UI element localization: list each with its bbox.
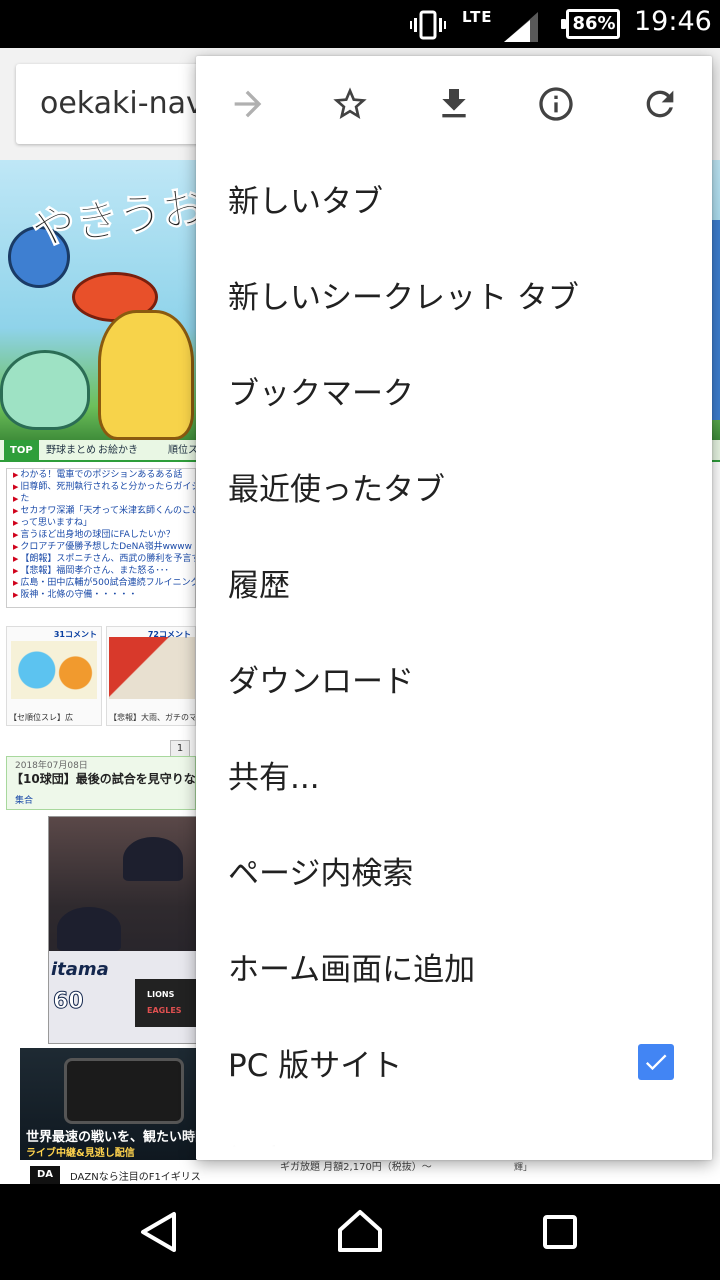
thumbnail-card[interactable]: 31コメント 【セ順位スレ】広	[6, 626, 102, 726]
overflow-menu: 新しいタブ 新しいシークレット タブ ブックマーク 最近使ったタブ 履歴 ダウン…	[196, 56, 712, 1160]
list-item[interactable]: 【悲報】福岡孝介さん、また怒る･･･	[7, 565, 195, 577]
list-item[interactable]: わかる！電車でのポジションあるある話	[7, 469, 195, 481]
menu-item-new-tab[interactable]: 新しいタブ	[196, 152, 712, 248]
list-item[interactable]: 広島・田中広輔が500試合連続フルイニング出	[7, 577, 195, 589]
menu-item-find-in-page[interactable]: ページ内検索	[196, 824, 712, 920]
reload-button[interactable]	[632, 78, 688, 134]
footer-link[interactable]: DAZNなら注目のF1イギリス	[70, 1168, 201, 1183]
menu-item-label: ダウンロード	[228, 664, 414, 700]
menu-item-bookmarks[interactable]: ブックマーク	[196, 344, 712, 440]
banner-decoration	[712, 270, 720, 410]
menu-icon-row	[196, 56, 712, 152]
menu-item-new-incognito-tab[interactable]: 新しいシークレット タブ	[196, 248, 712, 344]
network-type: LTE	[462, 8, 493, 26]
mascot-blob-character	[0, 350, 90, 430]
player-cap	[57, 907, 121, 951]
ad-headline: 世界最速の戦いを、観たい時間に	[26, 1130, 198, 1145]
menu-scroll-fade	[196, 1116, 712, 1160]
thumbnail-row: 31コメント 【セ順位スレ】広 72コメント 【悲報】大雨、ガチのマ	[6, 626, 196, 726]
bookmark-button[interactable]	[322, 78, 378, 134]
menu-item-label: ブックマーク	[228, 376, 414, 412]
page-info-button[interactable]	[528, 78, 584, 134]
list-item[interactable]: って思いますね」	[7, 517, 195, 529]
menu-item-recent-tabs[interactable]: 最近使ったタブ	[196, 440, 712, 536]
thumbnail-card[interactable]: 72コメント 【悲報】大雨、ガチのマ	[106, 626, 196, 726]
recents-icon	[543, 1215, 577, 1249]
jersey-text: itama	[51, 959, 109, 980]
site-nav-top[interactable]: TOP	[4, 440, 39, 462]
battery-icon: 86%	[561, 9, 620, 39]
thumbnail-image	[109, 637, 195, 699]
vibrate-icon	[410, 10, 446, 40]
forward-icon	[234, 90, 262, 118]
article-card[interactable]: 2018年07月08日 【10球団】最後の試合を見守りな 集合	[6, 756, 196, 810]
recents-button[interactable]	[530, 1202, 590, 1262]
list-item[interactable]: セカオワ深瀬「天才って米津玄師くんのことを	[7, 505, 195, 517]
score-team: LIONS	[147, 990, 175, 999]
list-item[interactable]: 旧尊師、死刑執行されると分かったらガイジの	[7, 481, 195, 493]
system-nav-bar	[0, 1184, 720, 1280]
ad-phone-image	[64, 1058, 184, 1124]
signal-icon	[504, 12, 538, 42]
site-nav-oekaki[interactable]: お絵かき	[92, 440, 144, 462]
menu-item-share[interactable]: 共有...	[196, 728, 712, 824]
menu-item-label: 共有...	[228, 760, 320, 796]
dazn-logo: DA	[30, 1166, 60, 1184]
forward-button[interactable]	[220, 78, 276, 134]
menu-item-add-to-home-screen[interactable]: ホーム画面に追加	[196, 920, 712, 1016]
thumbnail-caption: 【セ順位スレ】広	[9, 713, 73, 722]
advertisement[interactable]: 世界最速の戦いを、観たい時間に ライブ中継&見逃し配信	[20, 1048, 198, 1160]
info-icon	[539, 87, 573, 121]
download-icon	[442, 89, 466, 118]
download-button[interactable]	[426, 78, 482, 134]
jersey-number: 60	[53, 989, 85, 1015]
scoreboard: LIONS EAGLES	[135, 979, 197, 1027]
list-item[interactable]: 阪神・北條の守備・・・・・	[7, 589, 195, 601]
article-title: 【10球団】最後の試合を見守りな	[11, 772, 196, 786]
menu-item-label: PC 版サイト	[228, 1048, 403, 1084]
footer-link[interactable]: ギガ放題 月額2,170円（税抜）～	[280, 1158, 432, 1173]
back-icon	[141, 1212, 176, 1252]
mascot-girl-character	[98, 310, 194, 440]
menu-item-label: 新しいシークレット タブ	[228, 280, 579, 316]
menu-item-label: 履歴	[228, 568, 290, 604]
thumbnail-image	[11, 641, 97, 699]
menu-item-label: ホーム画面に追加	[228, 952, 476, 988]
comment-count: 31コメント	[53, 630, 97, 639]
status-bar: LTE 86% 19:46	[0, 0, 720, 48]
article-photo[interactable]: itama 60 LIONS EAGLES	[48, 816, 198, 1044]
clock: 19:46	[634, 6, 712, 37]
menu-item-history[interactable]: 履歴	[196, 536, 712, 632]
bookmark-star-icon	[333, 87, 367, 119]
menu-item-label: 最近使ったタブ	[228, 472, 445, 508]
list-item[interactable]: 【朗報】スポニチさん、西武の勝利を予言する	[7, 553, 195, 565]
news-list: わかる！電車でのポジションあるある話 旧尊師、死刑執行されると分かったらガイジの…	[6, 468, 196, 608]
refresh-icon	[646, 90, 674, 118]
list-item[interactable]: クロアチア優勝予想したDeNA嶺井wwww	[7, 541, 195, 553]
checkmark-icon	[645, 1054, 667, 1071]
list-item[interactable]: た	[7, 493, 195, 505]
menu-item-label: 新しいタブ	[228, 184, 383, 220]
article-tag: 集合	[15, 796, 34, 806]
score-team: EAGLES	[147, 1006, 182, 1015]
comment-count: 72コメント	[147, 630, 191, 639]
menu-item-label: ページ内検索	[228, 856, 414, 892]
home-button[interactable]	[330, 1202, 390, 1262]
home-icon	[338, 1210, 382, 1252]
player-cap	[123, 837, 183, 881]
back-button[interactable]	[130, 1202, 190, 1262]
desktop-site-checkbox[interactable]	[638, 1044, 674, 1080]
ad-subline: ライブ中継&見逃し配信	[26, 1148, 135, 1159]
footer-links: DA DAZNなら注目のF1イギリス ギガ放題 月額2,170円（税抜）～ 蚊帳…	[0, 1151, 720, 1184]
thumbnail-caption: 【悲報】大雨、ガチのマ	[109, 713, 196, 722]
menu-item-desktop-site[interactable]: PC 版サイト	[196, 1016, 712, 1112]
battery-level: 86%	[572, 13, 616, 34]
menu-item-downloads[interactable]: ダウンロード	[196, 632, 712, 728]
url-text: oekaki-navi	[40, 86, 213, 121]
list-item[interactable]: 言うほど出身地の球団にFAしたいか？	[7, 529, 195, 541]
